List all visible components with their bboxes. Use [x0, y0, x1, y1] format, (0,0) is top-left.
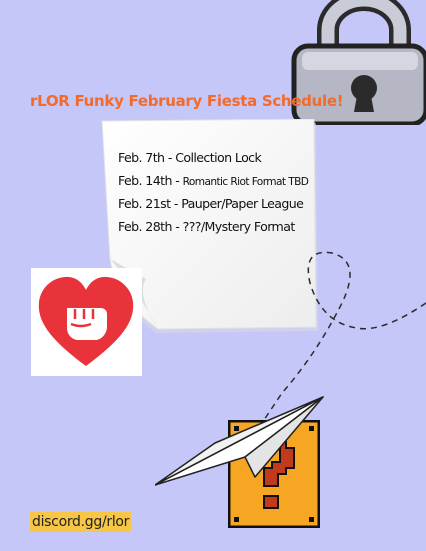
heart-fist-tile — [31, 268, 142, 376]
schedule-item: Feb. 28th - ???/Mystery Format — [118, 219, 295, 234]
heart-fist-icon — [38, 276, 134, 366]
discord-link[interactable]: discord.gg/rlor — [30, 512, 132, 532]
schedule-item: Feb. 14th - Romantic Riot Format TBD — [118, 173, 309, 188]
poster-title: rLOR Funky February Fiesta Schedule! — [30, 92, 344, 110]
schedule-list: Feb. 7th - Collection Lock Feb. 14th - R… — [118, 146, 309, 238]
poster: rLOR Funky February Fiesta Schedule! Feb… — [0, 0, 426, 551]
schedule-item: Feb. 21st - Pauper/Paper League — [118, 196, 304, 211]
paper-plane-icon — [155, 396, 324, 486]
schedule-item: Feb. 7th - Collection Lock — [118, 150, 262, 165]
